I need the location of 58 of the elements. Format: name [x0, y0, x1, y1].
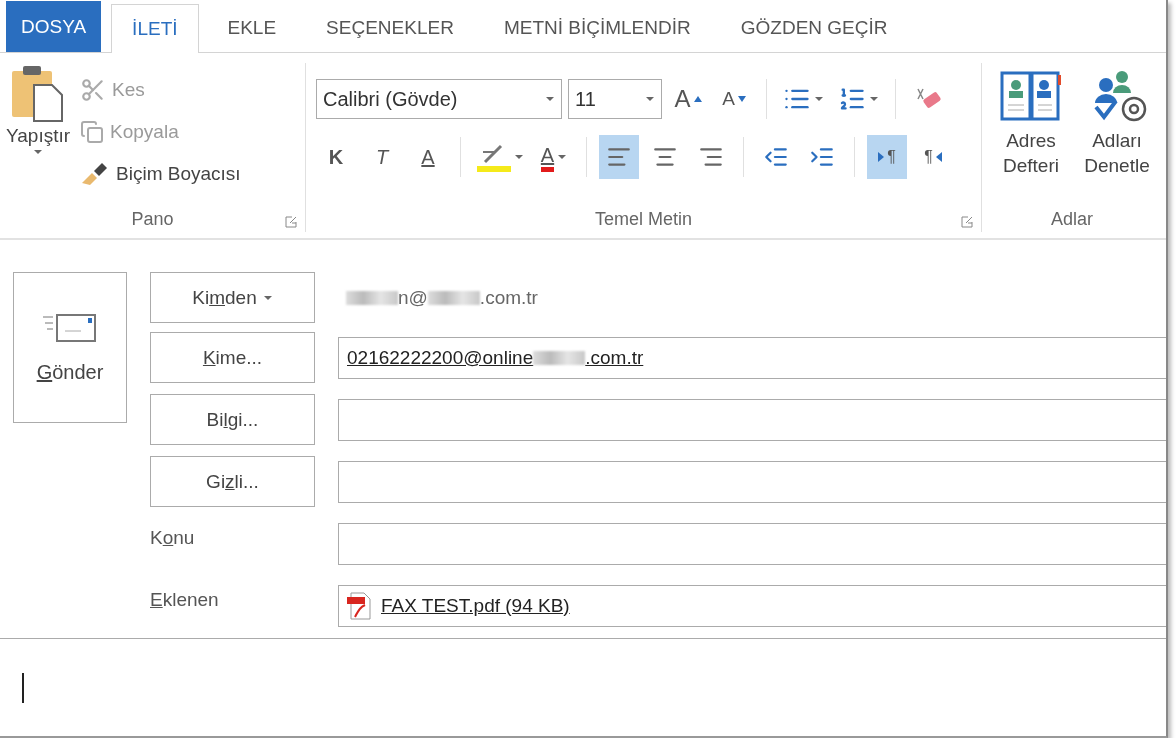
recipient-link[interactable]: .com.tr: [585, 347, 644, 369]
envelope-icon: [41, 311, 99, 345]
caret-icon: [545, 96, 555, 102]
recipient-button[interactable]: Gizli...: [150, 456, 315, 507]
group-label: Temel Metin: [595, 208, 692, 230]
bold-button[interactable]: K: [316, 135, 356, 179]
underline-button[interactable]: A: [408, 135, 448, 179]
ribbon-tab[interactable]: İLETİ: [111, 4, 199, 53]
font-color-button[interactable]: A: [534, 135, 574, 179]
font-size-field[interactable]: 11: [568, 79, 662, 119]
copy-icon: [80, 120, 105, 144]
sender-address: .com.tr: [479, 286, 538, 309]
caret-icon: [33, 149, 44, 155]
sender-address: n@: [398, 286, 428, 309]
from-dropdown[interactable]: Kimden: [150, 272, 315, 323]
format-painter-button[interactable]: Biçim Boyacısı: [76, 153, 245, 195]
pdf-file-icon: [347, 591, 373, 621]
caret-icon: [645, 96, 655, 102]
recipient-link[interactable]: 02162222200@online: [347, 347, 534, 369]
group-label: Pano: [131, 208, 174, 230]
up-triangle-icon: [693, 96, 702, 102]
caret-icon: [514, 154, 524, 160]
text-cursor: [22, 672, 24, 703]
check-names-button[interactable]: Adları Denetle: [1076, 69, 1158, 206]
group-label: Adlar: [1051, 208, 1093, 230]
font-name-field[interactable]: Calibri (Gövde): [316, 79, 562, 119]
field-label: Eklenen: [150, 588, 220, 612]
paste-button[interactable]: Yapıştır: [0, 63, 77, 206]
text-direction-button[interactable]: ¶: [913, 135, 953, 179]
address-field[interactable]: 02162222200@online .com.tr: [338, 337, 1166, 379]
dialog-launcher-icon[interactable]: [961, 216, 973, 228]
subject-field[interactable]: [338, 523, 1166, 565]
attachment-link[interactable]: FAX TEST.pdf (94 KB): [381, 595, 570, 617]
down-triangle-icon: [737, 96, 746, 102]
caret-icon: [262, 294, 273, 301]
file-tab[interactable]: DOSYA: [6, 1, 102, 52]
caret-icon: [814, 96, 824, 102]
triangle-icon: [935, 152, 942, 162]
shrink-font-button[interactable]: A: [714, 77, 754, 121]
recipient-button[interactable]: Bilgi...: [150, 394, 315, 445]
redaction-blur: [533, 351, 586, 365]
field-label: Konu: [150, 526, 196, 550]
redaction-blur: [427, 290, 480, 305]
address-book-button[interactable]: Adres Defteri: [990, 69, 1072, 206]
caret-icon: [557, 154, 568, 160]
triangle-icon: [878, 152, 885, 162]
address-field[interactable]: [338, 399, 1166, 441]
redaction-blur: [346, 290, 398, 305]
grow-font-button[interactable]: A: [668, 77, 708, 121]
address-field[interactable]: [338, 461, 1166, 503]
align-button[interactable]: [599, 135, 639, 179]
italic-button[interactable]: T: [362, 135, 402, 179]
highlighter-icon: [477, 142, 511, 172]
recipient-button[interactable]: Kime...: [150, 332, 315, 383]
send-button[interactable]: Gönder: [13, 272, 127, 423]
dialog-launcher-icon[interactable]: [285, 216, 297, 228]
caret-icon: [869, 96, 879, 102]
text-direction-button[interactable]: ¶: [867, 135, 907, 179]
